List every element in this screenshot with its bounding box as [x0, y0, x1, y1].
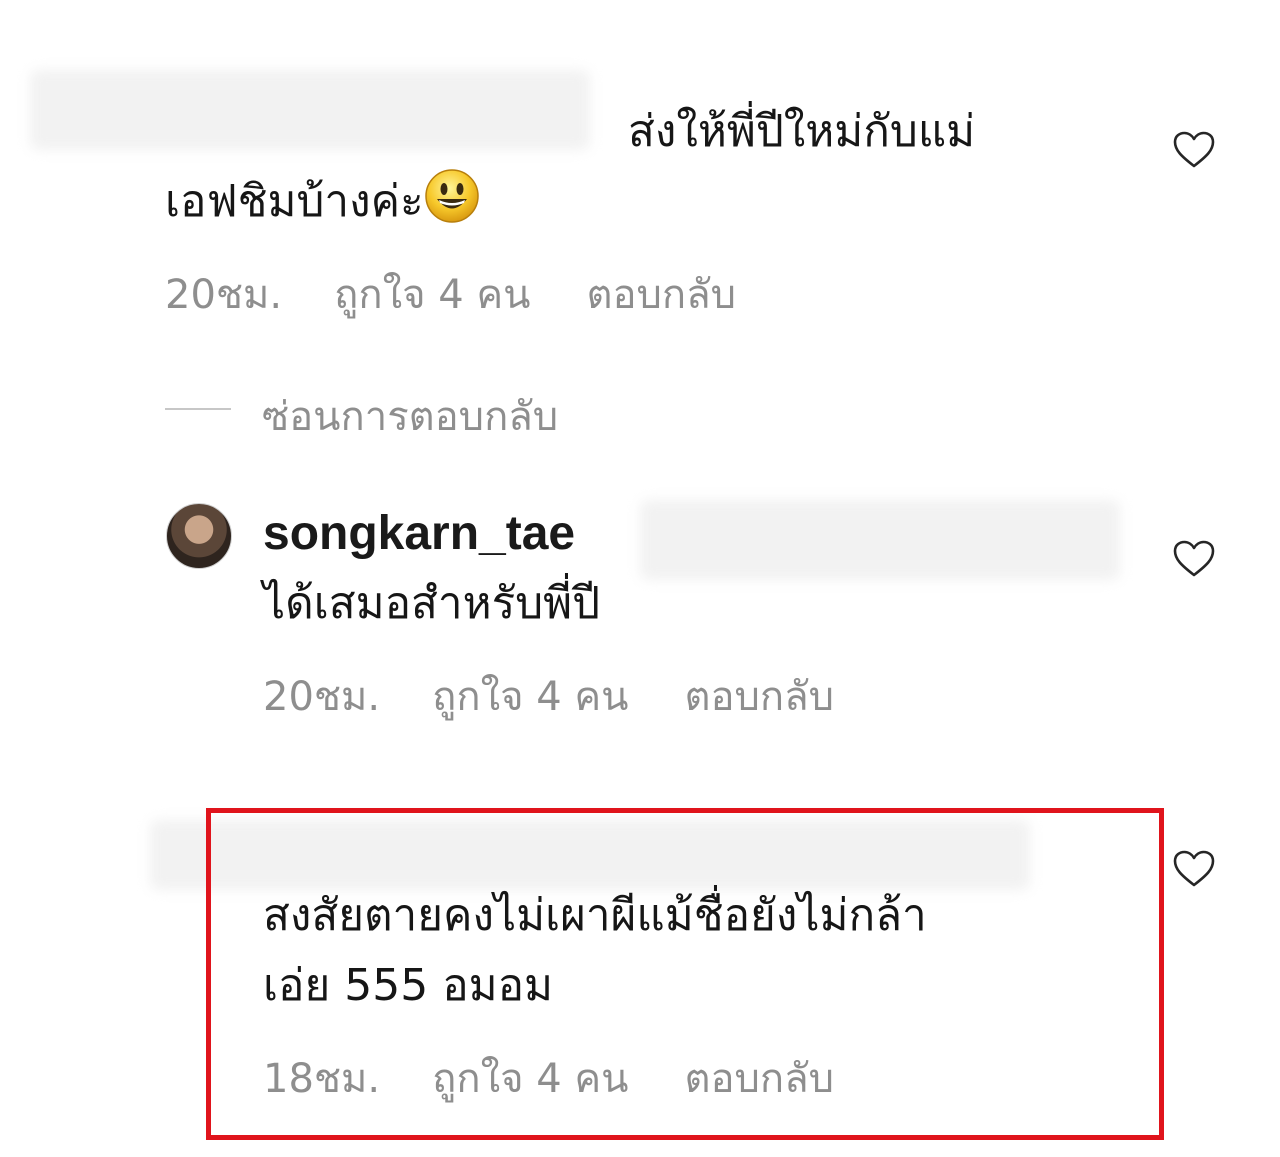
comment-2-text: ได้เสมอสำหรับพี่ปี [263, 578, 601, 629]
grinning-face-emoji [424, 169, 479, 223]
comment-1-text-line2: เอฟชิมบ้างค่ะ [165, 168, 480, 236]
comment-1-reply-button[interactable]: ตอบกลับ [587, 262, 737, 326]
comment-2-reply-button[interactable]: ตอบกลับ [685, 664, 835, 728]
comment-1-time: 20ชม. [165, 272, 283, 318]
comment-2-time: 20ชม. [263, 674, 381, 720]
heart-outline-icon[interactable] [1173, 131, 1215, 169]
comment-3-meta: 18ชม. ถูกใจ 4 คน ตอบกลับ [263, 1046, 834, 1110]
comment-2-username[interactable]: songkarn_tae [263, 506, 575, 561]
comment-3-likes-link[interactable]: ถูกใจ 4 คน [432, 1046, 628, 1110]
hide-replies-line [165, 408, 231, 410]
comment-1-text-line2-content: เอฟชิมบ้างค่ะ [165, 176, 424, 227]
censored-area-reply [640, 500, 1120, 580]
comment-1-text-line1: ส่งให้พี่ปีใหม่กับแม่ [628, 106, 976, 157]
censored-area-top [30, 70, 590, 150]
comment-3-time: 18ชม. [263, 1056, 381, 1102]
comment-1-likes-link[interactable]: ถูกใจ 4 คน [334, 262, 530, 326]
comment-3-reply-button[interactable]: ตอบกลับ [685, 1046, 835, 1110]
comment-2-likes-link[interactable]: ถูกใจ 4 คน [432, 664, 628, 728]
heart-outline-icon[interactable] [1173, 540, 1215, 578]
heart-outline-icon[interactable] [1173, 850, 1215, 888]
comment-3-text-line1: สงสัยตายคงไม่เผาผีแม้ชื่อยังไม่กล้า [263, 890, 927, 941]
avatar[interactable] [166, 503, 232, 569]
comment-3-text-line2: เอ่ย 555 อมอม [263, 960, 554, 1011]
comment-2-meta: 20ชม. ถูกใจ 4 คน ตอบกลับ [263, 664, 834, 728]
hide-replies-button[interactable]: ซ่อนการตอบกลับ [262, 384, 558, 448]
comment-1-meta: 20ชม. ถูกใจ 4 คน ตอบกลับ [165, 262, 736, 326]
